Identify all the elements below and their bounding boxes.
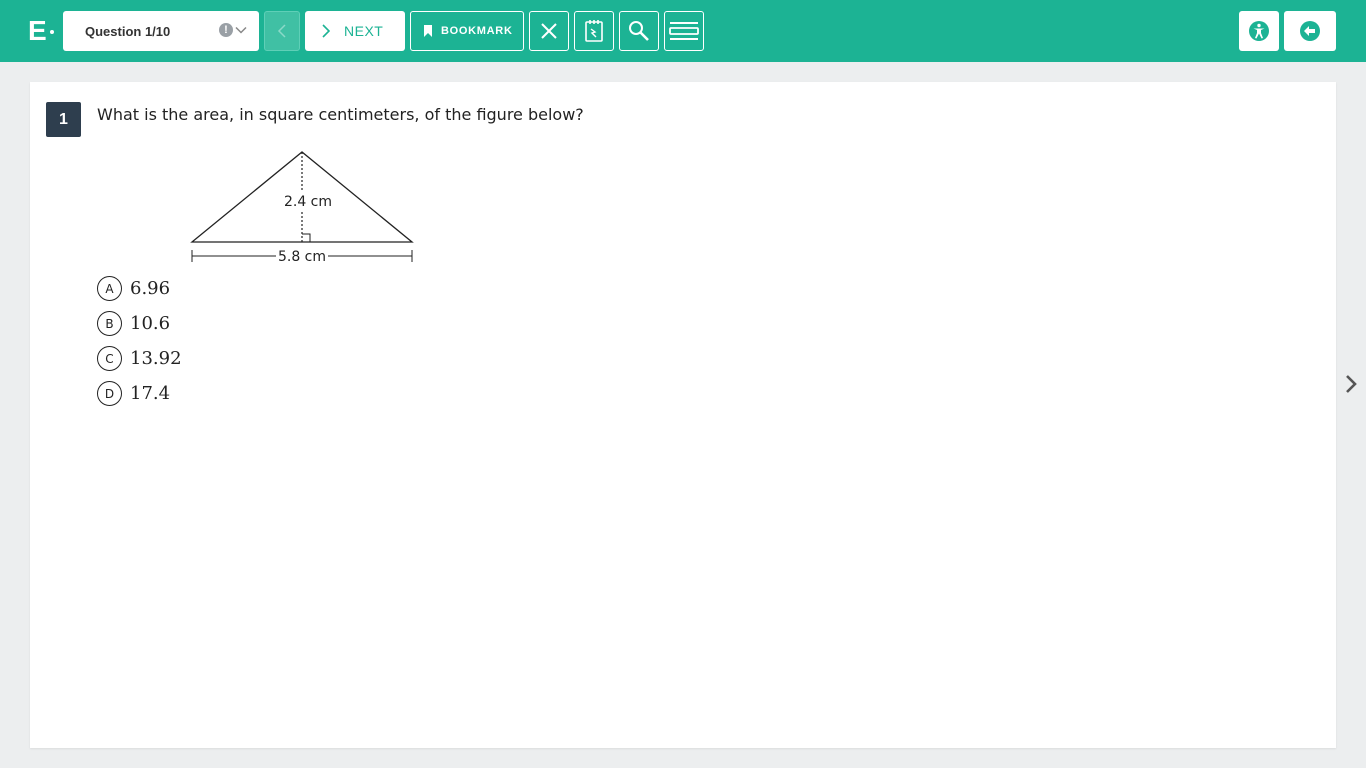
line-reader-tool-button[interactable] <box>664 11 704 51</box>
chevron-left-icon <box>277 24 286 38</box>
top-toolbar: E Question 1/10 ! NEXT BOOKMARK <box>0 0 1366 62</box>
exit-button[interactable] <box>1284 11 1336 51</box>
next-button-label: NEXT <box>344 23 384 39</box>
question-number-badge: 1 <box>46 102 81 137</box>
app-logo: E <box>28 14 54 48</box>
choice-letter-b: B <box>97 311 122 336</box>
choice-letter-a: A <box>97 276 122 301</box>
exit-arrow-icon <box>1300 21 1320 41</box>
right-angle-marker <box>302 233 311 242</box>
bookmark-button-label: BOOKMARK <box>441 25 513 37</box>
answer-choice-d[interactable]: D 17.4 <box>97 381 170 406</box>
choice-value-d: 17.4 <box>130 383 171 404</box>
bookmark-icon <box>424 25 432 37</box>
logo-letter: E <box>28 15 47 46</box>
choice-value-c: 13.92 <box>130 348 182 369</box>
notepad-tool-button[interactable] <box>574 11 614 51</box>
magnifier-tool-button[interactable] <box>619 11 659 51</box>
side-next-arrow-icon[interactable] <box>1344 374 1360 394</box>
answer-choice-b[interactable]: B 10.6 <box>97 311 170 336</box>
previous-button[interactable] <box>264 11 300 51</box>
close-icon <box>541 23 557 39</box>
bookmark-button[interactable]: BOOKMARK <box>410 11 524 51</box>
question-text: What is the area, in square centimeters,… <box>97 105 584 124</box>
answer-choice-c[interactable]: C 13.92 <box>97 346 182 371</box>
flag-icon: ! <box>219 23 233 37</box>
chevron-right-icon <box>322 24 330 38</box>
question-dropdown[interactable]: Question 1/10 ! <box>63 11 259 51</box>
choice-value-a: 6.96 <box>130 278 171 299</box>
base-label: 5.8 cm <box>278 249 326 265</box>
height-label: 2.4 cm <box>284 194 332 210</box>
line-reader-icon <box>669 22 699 40</box>
choice-value-b: 10.6 <box>130 313 171 334</box>
notepad-icon <box>585 20 603 42</box>
choice-letter-c: C <box>97 346 122 371</box>
triangle-figure: 2.4 cm 5.8 cm <box>190 151 414 265</box>
answer-choice-a[interactable]: A 6.96 <box>97 276 170 301</box>
logo-dot <box>49 30 54 34</box>
accessibility-button[interactable] <box>1239 11 1279 51</box>
eliminator-tool-button[interactable] <box>529 11 569 51</box>
next-button[interactable]: NEXT <box>305 11 405 51</box>
search-icon <box>629 21 649 41</box>
choice-letter-d: D <box>97 381 122 406</box>
question-dropdown-label: Question 1/10 <box>85 23 171 39</box>
question-card: 1 What is the area, in square centimeter… <box>30 82 1336 748</box>
chevron-down-icon <box>235 26 247 34</box>
accessibility-icon <box>1249 21 1269 41</box>
